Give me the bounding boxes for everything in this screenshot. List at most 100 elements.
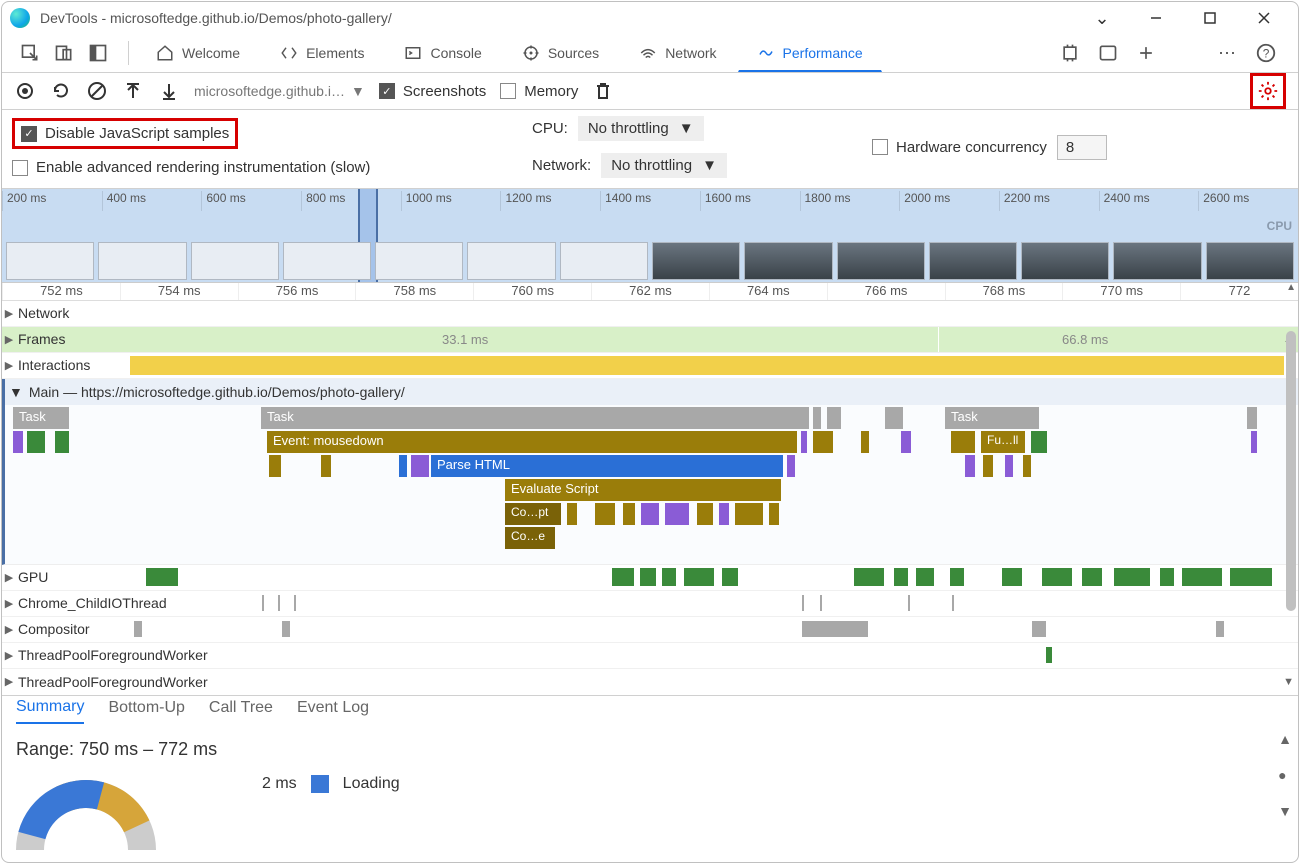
overview-tick: 1200 ms bbox=[500, 191, 600, 211]
chevron-down-icon[interactable]: ⌄ bbox=[1086, 2, 1118, 34]
tab-console[interactable]: Console bbox=[385, 34, 500, 72]
summary-donut bbox=[16, 780, 156, 850]
disable-js-highlight: ✓Disable JavaScript samples bbox=[12, 118, 238, 149]
flame-eval[interactable]: Evaluate Script bbox=[505, 479, 781, 501]
site-selector[interactable]: microsoftedge.github.i… ▼ bbox=[194, 83, 365, 99]
tab-performance[interactable]: Performance bbox=[738, 34, 882, 72]
flame-coe[interactable]: Co…e bbox=[505, 527, 555, 549]
track-main-header[interactable]: ▼Main — https://microsoftedge.github.io/… bbox=[2, 379, 1298, 405]
track-threadpool-2[interactable]: ▶ThreadPoolForegroundWorker ▼ bbox=[2, 669, 1298, 695]
tracks-area: ▶Network ▶Frames 33.1 ms 66.8 ms ▲ ▶Inte… bbox=[2, 301, 1298, 695]
reload-icon[interactable] bbox=[50, 80, 72, 102]
flame-fu[interactable]: Fu…ll bbox=[981, 431, 1025, 453]
frame-duration: 66.8 ms bbox=[1062, 332, 1108, 347]
more-icon[interactable]: ⋯ bbox=[1216, 41, 1240, 65]
checkbox-icon: ✓ bbox=[379, 83, 395, 99]
settings-highlight bbox=[1250, 73, 1286, 109]
overview-tick: 1800 ms bbox=[800, 191, 900, 211]
ruler-tick: 766 ms bbox=[827, 283, 945, 300]
tab-elements[interactable]: Elements bbox=[261, 34, 383, 72]
ruler-tick: 772 bbox=[1180, 283, 1298, 300]
dropdown-icon: ▼ bbox=[351, 83, 365, 99]
overview-tick: 1000 ms bbox=[401, 191, 501, 211]
ruler-tick: 756 ms bbox=[238, 283, 356, 300]
network-select[interactable]: No throttling▼ bbox=[601, 153, 727, 178]
track-gpu[interactable]: ▶GPU bbox=[2, 565, 1298, 591]
hw-checkbox[interactable]: Hardware concurrency bbox=[872, 139, 1047, 156]
maximize-button[interactable] bbox=[1194, 2, 1226, 34]
enable-adv-checkbox[interactable]: Enable advanced rendering instrumentatio… bbox=[12, 159, 532, 176]
scroll-down-icon[interactable]: ▼ bbox=[1278, 803, 1292, 819]
overview-timeline[interactable]: 200 ms 400 ms 600 ms 800 ms 1000 ms 1200… bbox=[2, 189, 1298, 283]
panel-icon[interactable] bbox=[1096, 41, 1120, 65]
ruler-tick: 754 ms bbox=[120, 283, 238, 300]
track-compositor[interactable]: ▶Compositor bbox=[2, 617, 1298, 643]
track-network[interactable]: ▶Network bbox=[2, 301, 1298, 327]
tab-network[interactable]: Network bbox=[620, 34, 735, 72]
memory-icon[interactable] bbox=[1058, 41, 1082, 65]
tab-welcome[interactable]: Welcome bbox=[137, 34, 259, 72]
tab-eventlog[interactable]: Event Log bbox=[297, 699, 369, 723]
tab-label: Console bbox=[430, 45, 481, 61]
minimize-button[interactable] bbox=[1140, 2, 1172, 34]
close-button[interactable] bbox=[1248, 2, 1280, 34]
cpu-label: CPU bbox=[1267, 219, 1292, 233]
scroll-up-icon[interactable]: ▲ bbox=[1286, 283, 1296, 293]
device-icon[interactable] bbox=[52, 41, 76, 65]
screenshots-checkbox[interactable]: ✓Screenshots bbox=[379, 83, 486, 100]
drag-dot-icon[interactable]: ● bbox=[1278, 767, 1292, 783]
flame-task[interactable]: Task bbox=[945, 407, 1039, 429]
tab-calltree[interactable]: Call Tree bbox=[209, 699, 273, 723]
hw-value-input[interactable]: 8 bbox=[1057, 135, 1107, 160]
tab-bottomup[interactable]: Bottom-Up bbox=[108, 699, 184, 723]
flame-event[interactable]: Event: mousedown bbox=[267, 431, 797, 453]
download-icon[interactable] bbox=[158, 80, 180, 102]
tab-label: Performance bbox=[783, 45, 863, 61]
scroll-up-icon[interactable]: ▲ bbox=[1278, 731, 1292, 747]
dropdown-icon: ▼ bbox=[702, 157, 717, 174]
track-interactions[interactable]: ▶Interactions bbox=[2, 353, 1298, 379]
overview-tick: 600 ms bbox=[201, 191, 301, 211]
add-tab-icon[interactable] bbox=[1134, 41, 1158, 65]
track-frames[interactable]: ▶Frames 33.1 ms 66.8 ms ▲ bbox=[2, 327, 1298, 353]
dock-icon[interactable] bbox=[86, 41, 110, 65]
checkbox-icon bbox=[872, 139, 888, 155]
ruler-tick: 760 ms bbox=[473, 283, 591, 300]
overview-tick: 2400 ms bbox=[1099, 191, 1199, 211]
ruler-tick: 752 ms bbox=[2, 283, 120, 300]
tab-label: Sources bbox=[548, 45, 599, 61]
inspect-icon[interactable] bbox=[18, 41, 42, 65]
track-chrome-io[interactable]: ▶Chrome_ChildIOThread bbox=[2, 591, 1298, 617]
flame-task[interactable]: Task bbox=[13, 407, 69, 429]
overview-tick: 200 ms bbox=[2, 191, 102, 211]
legend-swatch bbox=[311, 775, 329, 793]
site-label: microsoftedge.github.i… bbox=[194, 83, 345, 99]
flame-chart[interactable]: Task Task Task Event: mousedown Fu…ll bbox=[2, 405, 1298, 565]
disable-js-checkbox[interactable]: ✓Disable JavaScript samples bbox=[21, 125, 229, 142]
capture-settings: ✓Disable JavaScript samples Enable advan… bbox=[2, 110, 1298, 189]
tab-sources[interactable]: Sources bbox=[503, 34, 618, 72]
cpu-select[interactable]: No throttling▼ bbox=[578, 116, 704, 141]
upload-icon[interactable] bbox=[122, 80, 144, 102]
clear-icon[interactable] bbox=[86, 80, 108, 102]
performance-toolbar: microsoftedge.github.i… ▼ ✓Screenshots M… bbox=[2, 73, 1298, 110]
overview-tick: 800 ms bbox=[301, 191, 401, 211]
track-threadpool-1[interactable]: ▶ThreadPoolForegroundWorker bbox=[2, 643, 1298, 669]
flame-parse[interactable]: Parse HTML bbox=[431, 455, 783, 477]
flame-task[interactable]: Task bbox=[261, 407, 809, 429]
settings-icon[interactable] bbox=[1257, 80, 1279, 102]
detail-ruler[interactable]: 752 ms 754 ms 756 ms 758 ms 760 ms 762 m… bbox=[2, 283, 1298, 301]
frame-duration: 33.1 ms bbox=[442, 332, 488, 347]
record-icon[interactable] bbox=[14, 80, 36, 102]
overview-tick: 2600 ms bbox=[1198, 191, 1298, 211]
trash-icon[interactable] bbox=[592, 80, 614, 102]
overview-tick: 1600 ms bbox=[700, 191, 800, 211]
edge-icon bbox=[10, 8, 30, 28]
flame-copt[interactable]: Co…pt bbox=[505, 503, 561, 525]
panel-tabs: Welcome Elements Console Sources Network… bbox=[2, 34, 1298, 73]
memory-checkbox[interactable]: Memory bbox=[500, 83, 578, 100]
help-icon[interactable]: ? bbox=[1254, 41, 1278, 65]
tab-summary[interactable]: Summary bbox=[16, 698, 84, 724]
ruler-tick: 758 ms bbox=[355, 283, 473, 300]
overview-tick: 1400 ms bbox=[600, 191, 700, 211]
